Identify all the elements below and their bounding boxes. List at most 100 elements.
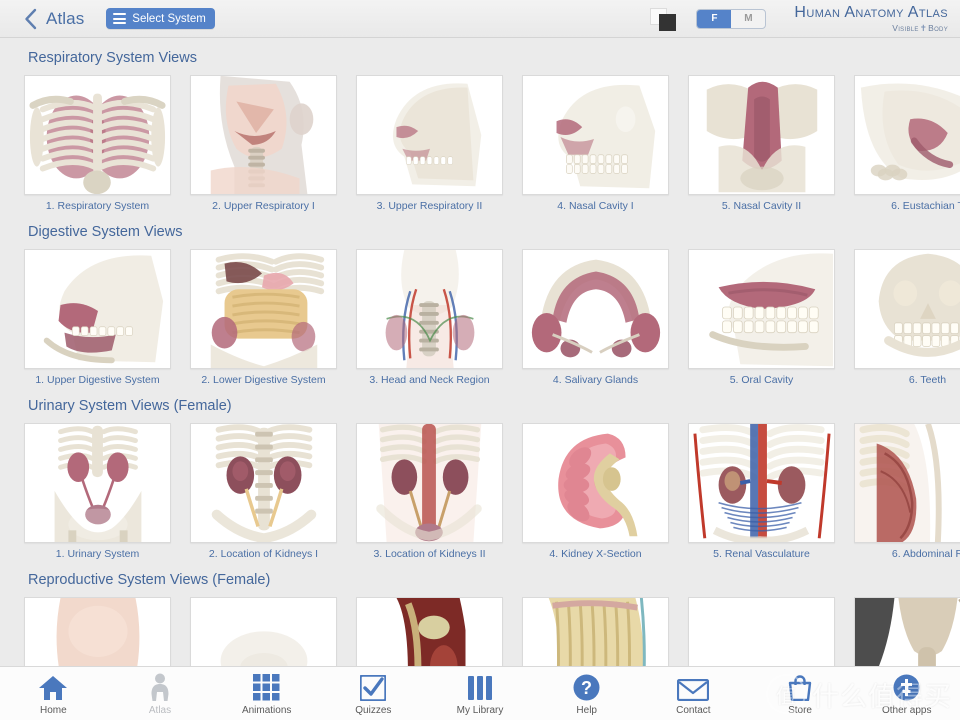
view-caption: 2. Upper Respiratory I bbox=[212, 200, 315, 212]
view-caption: 3. Head and Neck Region bbox=[369, 374, 490, 386]
view-caption: 1. Upper Digestive System bbox=[35, 374, 160, 386]
hamburger-icon bbox=[113, 13, 127, 24]
books-icon bbox=[467, 673, 493, 701]
view-thumbnail[interactable] bbox=[522, 423, 669, 543]
view-tile[interactable]: 4. Nasal Cavity I bbox=[522, 75, 669, 212]
view-tile[interactable] bbox=[356, 597, 503, 666]
views-section: Digestive System Views 1. Upper Digestiv… bbox=[0, 212, 960, 386]
view-tile[interactable]: 5. Oral Cavity bbox=[688, 249, 835, 386]
tab-other-apps[interactable]: Other apps bbox=[853, 667, 960, 720]
view-tile[interactable]: 4. Kidney X-Section bbox=[522, 423, 669, 560]
section-title: Respiratory System Views bbox=[28, 50, 197, 66]
view-tile[interactable] bbox=[522, 597, 669, 666]
view-caption: 1. Urinary System bbox=[55, 548, 140, 560]
apps-circle-icon bbox=[893, 673, 920, 701]
view-thumbnail[interactable] bbox=[356, 423, 503, 543]
view-tile[interactable]: 4. Salivary Glands bbox=[522, 249, 669, 386]
view-caption: 1. Respiratory System bbox=[45, 200, 150, 212]
tab-my-library[interactable]: My Library bbox=[427, 667, 534, 720]
select-system-label: Select System bbox=[132, 12, 206, 25]
view-thumbnail[interactable] bbox=[24, 249, 171, 369]
view-caption: 6. Abdominal R bbox=[891, 548, 960, 560]
section-title: Urinary System Views (Female) bbox=[28, 398, 232, 414]
tab-atlas[interactable]: Atlas bbox=[107, 667, 214, 720]
question-circle-icon: ? bbox=[573, 673, 600, 701]
view-tile[interactable]: 1. Urinary System bbox=[24, 423, 171, 560]
view-tile[interactable]: 6. Abdominal R bbox=[854, 423, 960, 560]
brand-logo: Human Anatomy Atlas Visible✝Body bbox=[794, 4, 948, 33]
brand-sub-left: Visible bbox=[892, 22, 919, 33]
tab-quizzes[interactable]: Quizzes bbox=[320, 667, 427, 720]
view-thumbnail[interactable] bbox=[688, 597, 835, 666]
view-thumbnail[interactable] bbox=[688, 75, 835, 195]
view-tile[interactable] bbox=[24, 597, 171, 666]
select-system-button[interactable]: Select System bbox=[106, 8, 215, 29]
tab-label: Atlas bbox=[148, 705, 172, 716]
view-thumbnail[interactable] bbox=[190, 597, 337, 666]
tab-animations[interactable]: Animations bbox=[213, 667, 320, 720]
gender-option-male[interactable]: M bbox=[731, 10, 765, 28]
view-thumbnail[interactable] bbox=[854, 597, 960, 666]
view-thumbnail[interactable] bbox=[24, 597, 171, 666]
view-tile[interactable] bbox=[688, 597, 835, 666]
view-thumbnail[interactable] bbox=[688, 249, 835, 369]
view-thumbnail[interactable] bbox=[522, 75, 669, 195]
view-thumbnail[interactable] bbox=[356, 249, 503, 369]
view-caption: 3. Location of Kidneys II bbox=[373, 548, 486, 560]
view-caption: 4. Kidney X-Section bbox=[549, 548, 642, 560]
tab-label: Quizzes bbox=[355, 705, 392, 716]
view-thumbnail[interactable] bbox=[356, 597, 503, 666]
tab-home[interactable]: Home bbox=[0, 667, 107, 720]
view-tile[interactable]: 1. Respiratory System bbox=[24, 75, 171, 212]
tab-label: Other apps bbox=[881, 705, 932, 716]
views-section: Respiratory System Views 1. Respiratory … bbox=[0, 38, 960, 212]
tab-store[interactable]: Store bbox=[747, 667, 854, 720]
view-tile[interactable]: 6. Eustachian T bbox=[854, 75, 960, 212]
tab-label: Animations bbox=[241, 705, 292, 716]
view-thumbnail[interactable] bbox=[24, 75, 171, 195]
view-caption: 6. Teeth bbox=[908, 374, 947, 386]
view-tile[interactable]: 2. Lower Digestive System bbox=[190, 249, 337, 386]
view-tile[interactable]: 5. Renal Vasculature bbox=[688, 423, 835, 560]
house-icon bbox=[38, 673, 68, 701]
gender-option-female[interactable]: F bbox=[697, 9, 732, 28]
view-tile[interactable] bbox=[854, 597, 960, 666]
view-tile[interactable]: 3. Upper Respiratory II bbox=[356, 75, 503, 212]
view-tile[interactable]: 5. Nasal Cavity II bbox=[688, 75, 835, 212]
view-tile[interactable]: 2. Upper Respiratory I bbox=[190, 75, 337, 212]
view-tile[interactable]: 2. Location of Kidneys I bbox=[190, 423, 337, 560]
view-thumbnail[interactable] bbox=[190, 423, 337, 543]
view-thumbnail[interactable] bbox=[190, 249, 337, 369]
view-thumbnail[interactable] bbox=[24, 423, 171, 543]
view-thumbnail[interactable] bbox=[356, 75, 503, 195]
view-caption: 4. Nasal Cavity I bbox=[557, 200, 634, 212]
tile-row: 1. Urinary System 2. Location of Kidneys… bbox=[0, 423, 960, 560]
view-thumbnail[interactable] bbox=[854, 423, 960, 543]
tab-label: Home bbox=[39, 705, 67, 716]
views-section: Urinary System Views (Female) 1. Urinary… bbox=[0, 386, 960, 560]
gender-toggle[interactable]: F M bbox=[696, 8, 767, 29]
tab-contact[interactable]: Contact bbox=[640, 667, 747, 720]
view-caption: 5. Oral Cavity bbox=[729, 374, 794, 386]
back-button[interactable] bbox=[18, 0, 44, 38]
view-thumbnail[interactable] bbox=[854, 75, 960, 195]
view-caption: 6. Eustachian T bbox=[891, 200, 960, 212]
view-thumbnail[interactable] bbox=[190, 75, 337, 195]
view-thumbnail[interactable] bbox=[522, 249, 669, 369]
view-thumbnail[interactable] bbox=[522, 597, 669, 666]
view-thumbnail[interactable] bbox=[688, 423, 835, 543]
view-tile[interactable] bbox=[190, 597, 337, 666]
tab-label: Store bbox=[788, 705, 812, 716]
view-tile[interactable]: 6. Teeth bbox=[854, 249, 960, 386]
view-tile[interactable]: 1. Upper Digestive System bbox=[24, 249, 171, 386]
views-section: Reproductive System Views (Female) bbox=[0, 560, 960, 666]
view-thumbnail[interactable] bbox=[854, 249, 960, 369]
views-scroll-area[interactable]: Respiratory System Views 1. Respiratory … bbox=[0, 38, 960, 666]
view-tile[interactable]: 3. Head and Neck Region bbox=[356, 249, 503, 386]
view-tile[interactable]: 3. Location of Kidneys II bbox=[356, 423, 503, 560]
section-title: Reproductive System Views (Female) bbox=[28, 572, 271, 588]
tab-help[interactable]: ? Help bbox=[533, 667, 640, 720]
background-swatch-icon[interactable] bbox=[650, 7, 684, 31]
page-title: Atlas bbox=[46, 8, 85, 28]
view-caption: 5. Nasal Cavity II bbox=[721, 200, 802, 212]
